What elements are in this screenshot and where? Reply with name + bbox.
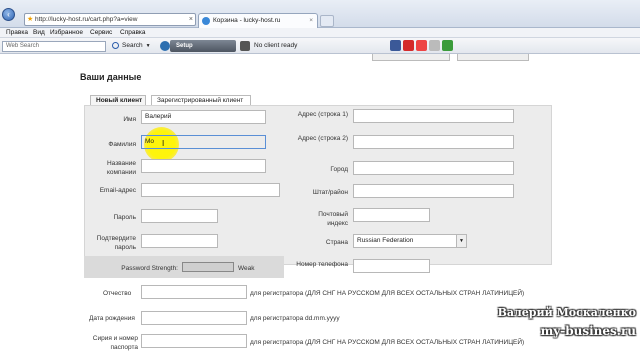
back-button[interactable]: ‹ xyxy=(2,8,15,21)
search-icon xyxy=(112,42,119,49)
client-status-icon xyxy=(240,41,250,51)
watermark-author: Валерий Москаленко xyxy=(497,306,636,319)
chevron-down-icon: ▼ xyxy=(145,43,151,49)
password-strength-value: Weak xyxy=(238,265,255,272)
passport-note: для регистратора (ДЛЯ СНГ НА РУССКОМ ДЛЯ… xyxy=(250,339,525,346)
client-status: No client ready xyxy=(240,41,297,51)
menu-item-tools[interactable]: Сервис xyxy=(90,29,112,36)
watermark-site: my-busines.ru xyxy=(540,324,636,338)
wot-icon[interactable] xyxy=(160,41,170,51)
postcode-label: Почтовый индекс xyxy=(318,211,348,227)
password-label: Пароль xyxy=(113,214,136,221)
phone-input[interactable] xyxy=(353,259,430,273)
browser-tab[interactable]: Корзина - lucky-host.ru × xyxy=(198,13,318,28)
menu-bar: Правка Вид Избранное Сервис Справка xyxy=(0,28,640,38)
passport-input[interactable] xyxy=(141,334,247,348)
menu-item-favorites[interactable]: Избранное xyxy=(50,29,83,36)
pdf-icon[interactable] xyxy=(416,40,427,51)
country-select-value: Russian Federation xyxy=(357,237,414,244)
setup-button[interactable]: Setup xyxy=(170,40,236,52)
middle-name-input[interactable] xyxy=(141,285,247,299)
password-strength-label: Password Strength: xyxy=(121,265,178,272)
web-search-input[interactable]: Web Search xyxy=(2,41,106,52)
phone-label: Номер телефона xyxy=(296,261,348,268)
passport-label: Сирия и номер паспорта xyxy=(92,335,138,351)
browser-tab-title: Корзина - lucky-host.ru xyxy=(213,17,281,24)
tab-close-icon[interactable]: × xyxy=(309,14,313,28)
city-label: Город xyxy=(330,166,348,173)
country-label: Страна xyxy=(325,239,348,246)
address1-input[interactable] xyxy=(353,109,514,123)
password-strength-bar xyxy=(182,262,234,272)
search-button-label: Search xyxy=(122,42,143,49)
email-input[interactable] xyxy=(141,183,280,197)
country-select[interactable]: Russian Federation ▼ xyxy=(353,234,467,248)
close-icon[interactable]: × xyxy=(189,14,193,25)
menu-item-help[interactable]: Справка xyxy=(120,29,146,36)
birth-date-input[interactable] xyxy=(141,311,247,325)
client-status-text: No client ready xyxy=(254,42,298,49)
menu-item-view[interactable]: Вид xyxy=(33,29,45,36)
page-button-partial-2[interactable] xyxy=(457,54,529,61)
state-label: Штат/район xyxy=(312,189,348,196)
confirm-password-label: Подтвердите пароль xyxy=(96,235,136,251)
first-name-input[interactable]: Валерий xyxy=(141,110,266,124)
address1-label: Адрес (строка 1) xyxy=(297,111,348,118)
address2-input[interactable] xyxy=(353,135,514,149)
address-text: http://lucky-host.ru/cart.php?a=view xyxy=(35,16,138,23)
birth-date-note: для регистратора dd.mm.yyyy xyxy=(250,315,340,322)
address-bar[interactable]: ★ http://lucky-host.ru/cart.php?a=view × xyxy=(24,13,196,26)
browser-titlebar: ‹ › ★ http://lucky-host.ru/cart.php?a=vi… xyxy=(0,0,640,28)
search-button[interactable]: Search ▼ xyxy=(112,41,151,51)
postcode-input[interactable] xyxy=(353,208,430,222)
page-button-partial-1[interactable] xyxy=(372,54,450,61)
last-name-label: Фамилия xyxy=(108,141,136,148)
address2-label: Адрес (строка 2) xyxy=(297,135,348,142)
middle-name-note: для регистратора (ДЛЯ СНГ НА РУССКОМ ДЛЯ… xyxy=(250,290,525,297)
facebook-icon[interactable] xyxy=(390,40,401,51)
company-input[interactable] xyxy=(141,159,266,173)
favorite-star-icon[interactable]: ★ xyxy=(27,14,33,25)
first-name-label: Имя xyxy=(123,116,136,123)
state-input[interactable] xyxy=(353,184,514,198)
company-label: Название компании xyxy=(106,160,136,176)
text-cursor-icon: I xyxy=(162,139,165,148)
chevron-down-icon[interactable]: ▼ xyxy=(456,235,466,247)
city-input[interactable] xyxy=(353,161,514,175)
toolbar: Web Search Search ▼ Setup No client ready xyxy=(0,38,640,54)
birth-date-label: Дата рождения xyxy=(89,315,135,322)
last-name-input[interactable]: Mo xyxy=(141,135,266,149)
new-tab-button[interactable] xyxy=(320,15,334,27)
trash-icon[interactable] xyxy=(429,40,440,51)
youtube-icon[interactable] xyxy=(403,40,414,51)
confirm-password-input[interactable] xyxy=(141,234,218,248)
middle-name-label: Отчество xyxy=(103,290,132,297)
page-title: Ваши данные xyxy=(80,72,142,82)
browser-tab-icon xyxy=(202,17,210,25)
password-input[interactable] xyxy=(141,209,218,223)
email-label: Email-адрес xyxy=(99,187,136,194)
extension-icon[interactable] xyxy=(442,40,453,51)
menu-item-edit[interactable]: Правка xyxy=(6,29,28,36)
